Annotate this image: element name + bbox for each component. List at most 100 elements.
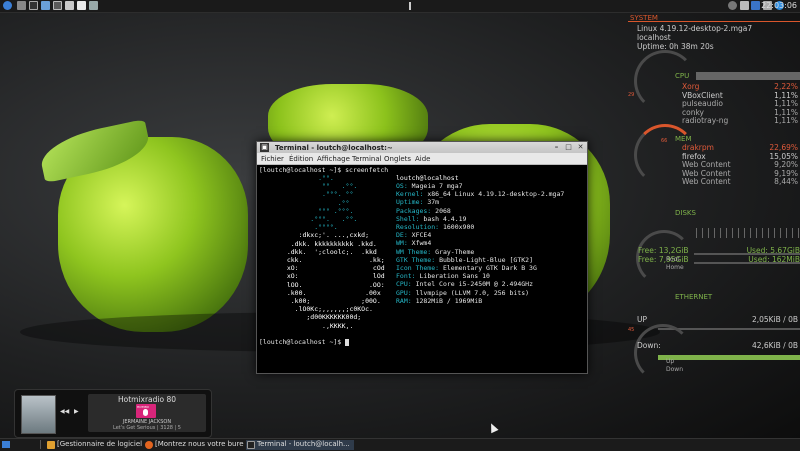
process-name: Web Content [682,177,731,187]
sysinfo-key: DE: [396,231,408,240]
logo-line: xO: lOd [279,272,385,281]
terminal-icon[interactable] [29,1,38,10]
gauge-down-label: Down [666,366,684,373]
sysinfo-row: WM: Xfwm4 [396,239,431,247]
bluetooth-icon[interactable] [751,1,760,10]
sysinfo-key: WM Theme: [396,247,432,256]
menu-aide[interactable]: Aide [415,155,430,163]
logo-line: .°° [279,198,350,207]
terminal-output[interactable]: [loutch@localhost ~]$ screenfetch .°°. °… [259,166,585,371]
sysinfo-value: XFCE4 [411,231,432,240]
terminal-menubar: Fichier Édition Affichage Terminal Ongle… [257,153,587,165]
show-desktop-icon[interactable] [2,441,10,448]
image-icon[interactable] [65,1,74,10]
radio-player-widget[interactable]: ◀◀ ▶ Hotmixradio 80 HOTMIX JERMAINE JACK… [14,389,212,438]
sysinfo-value: Mageia 7 mga7 [411,182,463,190]
sysinfo-key: Uptime: [396,198,424,207]
track-info: Let's Get Serious | 3128 | 5 [113,425,181,431]
cpu-title: CPU [675,72,690,80]
mem-title: MEM [675,135,692,143]
down-value: 42,6KiB / 0B [751,341,798,350]
process-value: 1,11% [774,116,798,126]
logo-line: ckk. .kk; [279,256,385,264]
window-menu-icon[interactable]: ▣ [260,143,269,152]
sysinfo-key: GTK Theme: [396,255,436,264]
app-menu-icon[interactable] [3,1,12,10]
logo-line: .,KKKK,. [279,321,354,330]
album-art [21,395,56,434]
logo-line: .k00. .00x [279,288,381,297]
player-controls: ◀◀ ▶ [60,400,82,426]
terminal-title: Terminal - loutch@localhost:~ [275,144,393,152]
sysinfo-key: WM: [396,239,408,248]
tools-icon[interactable] [89,1,98,10]
sysinfo-value: Intel Core i5-2450M @ 2.494GHz [415,280,533,289]
files-icon[interactable] [17,1,26,10]
sysinfo-row: OS: Mageia 7 mga7 [396,182,463,190]
ethernet-gauge-value: 45 [628,327,635,333]
logo-line: .dkk. ';cloolc;. .kkd [279,247,377,256]
monitor-icon[interactable] [53,1,62,10]
menu-onglets[interactable]: Onglets [384,155,411,163]
prompt: [loutch@localhost ~]$ [259,338,342,346]
logo-line: .°°°. .°°. [279,215,358,223]
minimize-icon[interactable]: – [552,143,561,152]
sysinfo-row: Font: Liberation Sans 10 [396,272,490,280]
sysinfo-value: 1282MiB / 1969MiB [415,296,483,305]
sysinfo-row: RAM: 1282MiB / 1969MiB [396,297,482,305]
maximize-icon[interactable]: □ [564,143,573,152]
sysinfo-row: DE: XFCE4 [396,231,431,239]
clock[interactable]: 22:03:06 [761,1,797,10]
menu-affichage[interactable]: Affichage [317,155,350,163]
process-value: 8,44% [774,177,798,187]
menu-fichier[interactable]: Fichier [261,155,284,163]
sysinfo-value: Elementary GTK Dark B 3G [442,264,537,272]
menu-terminal[interactable]: Terminal [352,155,382,163]
up-label: UP [637,315,648,324]
task-label: [Montrez nous votre bure... [155,440,244,448]
previous-icon[interactable]: ◀◀ [60,408,69,415]
task-terminal[interactable]: Terminal - loutch@localh... [246,440,354,450]
logo-line: lOO. .OO: [279,280,385,289]
chat-icon[interactable] [740,1,749,10]
terminal-icon [247,441,255,449]
sysinfo-row: Packages: 2068 [396,207,451,215]
microphone-icon [143,409,148,416]
software-manager-icon [47,441,55,449]
command-line: [loutch@localhost ~]$ screenfetch [259,166,388,174]
sysinfo-value: x86_64 Linux 4.19.12-desktop-2.mga7 [427,190,565,199]
sysinfo-value: 2068 [435,206,451,215]
sysinfo-key: Icon Theme: [396,264,440,272]
play-icon[interactable]: ▶ [74,408,79,415]
menu-edition[interactable]: Édition [289,155,313,163]
down-graph [658,352,800,360]
command: screenfetch [345,166,389,174]
settings-icon[interactable] [41,1,50,10]
taskbar-separator [40,440,41,449]
logo-line: :dkxc;'. ...,cxkd; [279,231,370,240]
terminal-window[interactable]: ▣ Terminal - loutch@localhost:~ – □ ✕ Fi… [256,141,588,374]
sysinfo-key: CPU: [396,280,412,289]
sysinfo-row: Uptime: 37m [396,198,439,206]
sysinfo-row: CPU: Intel Core i5-2450M @ 2.494GHz [396,280,533,288]
text-cursor [345,338,350,346]
root-usage-bar [694,253,800,255]
sysinfo-key: Resolution: [396,223,440,231]
sysinfo-value: Gray-Theme [435,247,475,256]
close-icon[interactable]: ✕ [576,143,585,152]
user-host: loutch@localhost [396,174,459,182]
firefox-icon [145,441,153,449]
uptime-text: Uptime: 0h 38m 20s [637,42,714,51]
sysinfo-key: Font: [396,272,416,281]
logo-line: .°°°°. [279,223,338,232]
power-icon[interactable] [728,1,737,10]
logo-line: ;d00KKKKKK00d; [279,313,362,322]
document-icon[interactable] [77,1,86,10]
gauge-up-label: Up [666,358,675,365]
taskbar: [Gestionnaire de logiciels] [Montrez nou… [0,438,800,451]
terminal-titlebar[interactable]: ▣ Terminal - loutch@localhost:~ – □ ✕ [257,142,587,153]
task-software-manager[interactable]: [Gestionnaire de logiciels] [46,440,142,450]
station-badge: HOTMIX [136,404,156,418]
task-firefox[interactable]: [Montrez nous votre bure... [144,440,244,450]
logo-line: °° .°°. [279,182,358,191]
